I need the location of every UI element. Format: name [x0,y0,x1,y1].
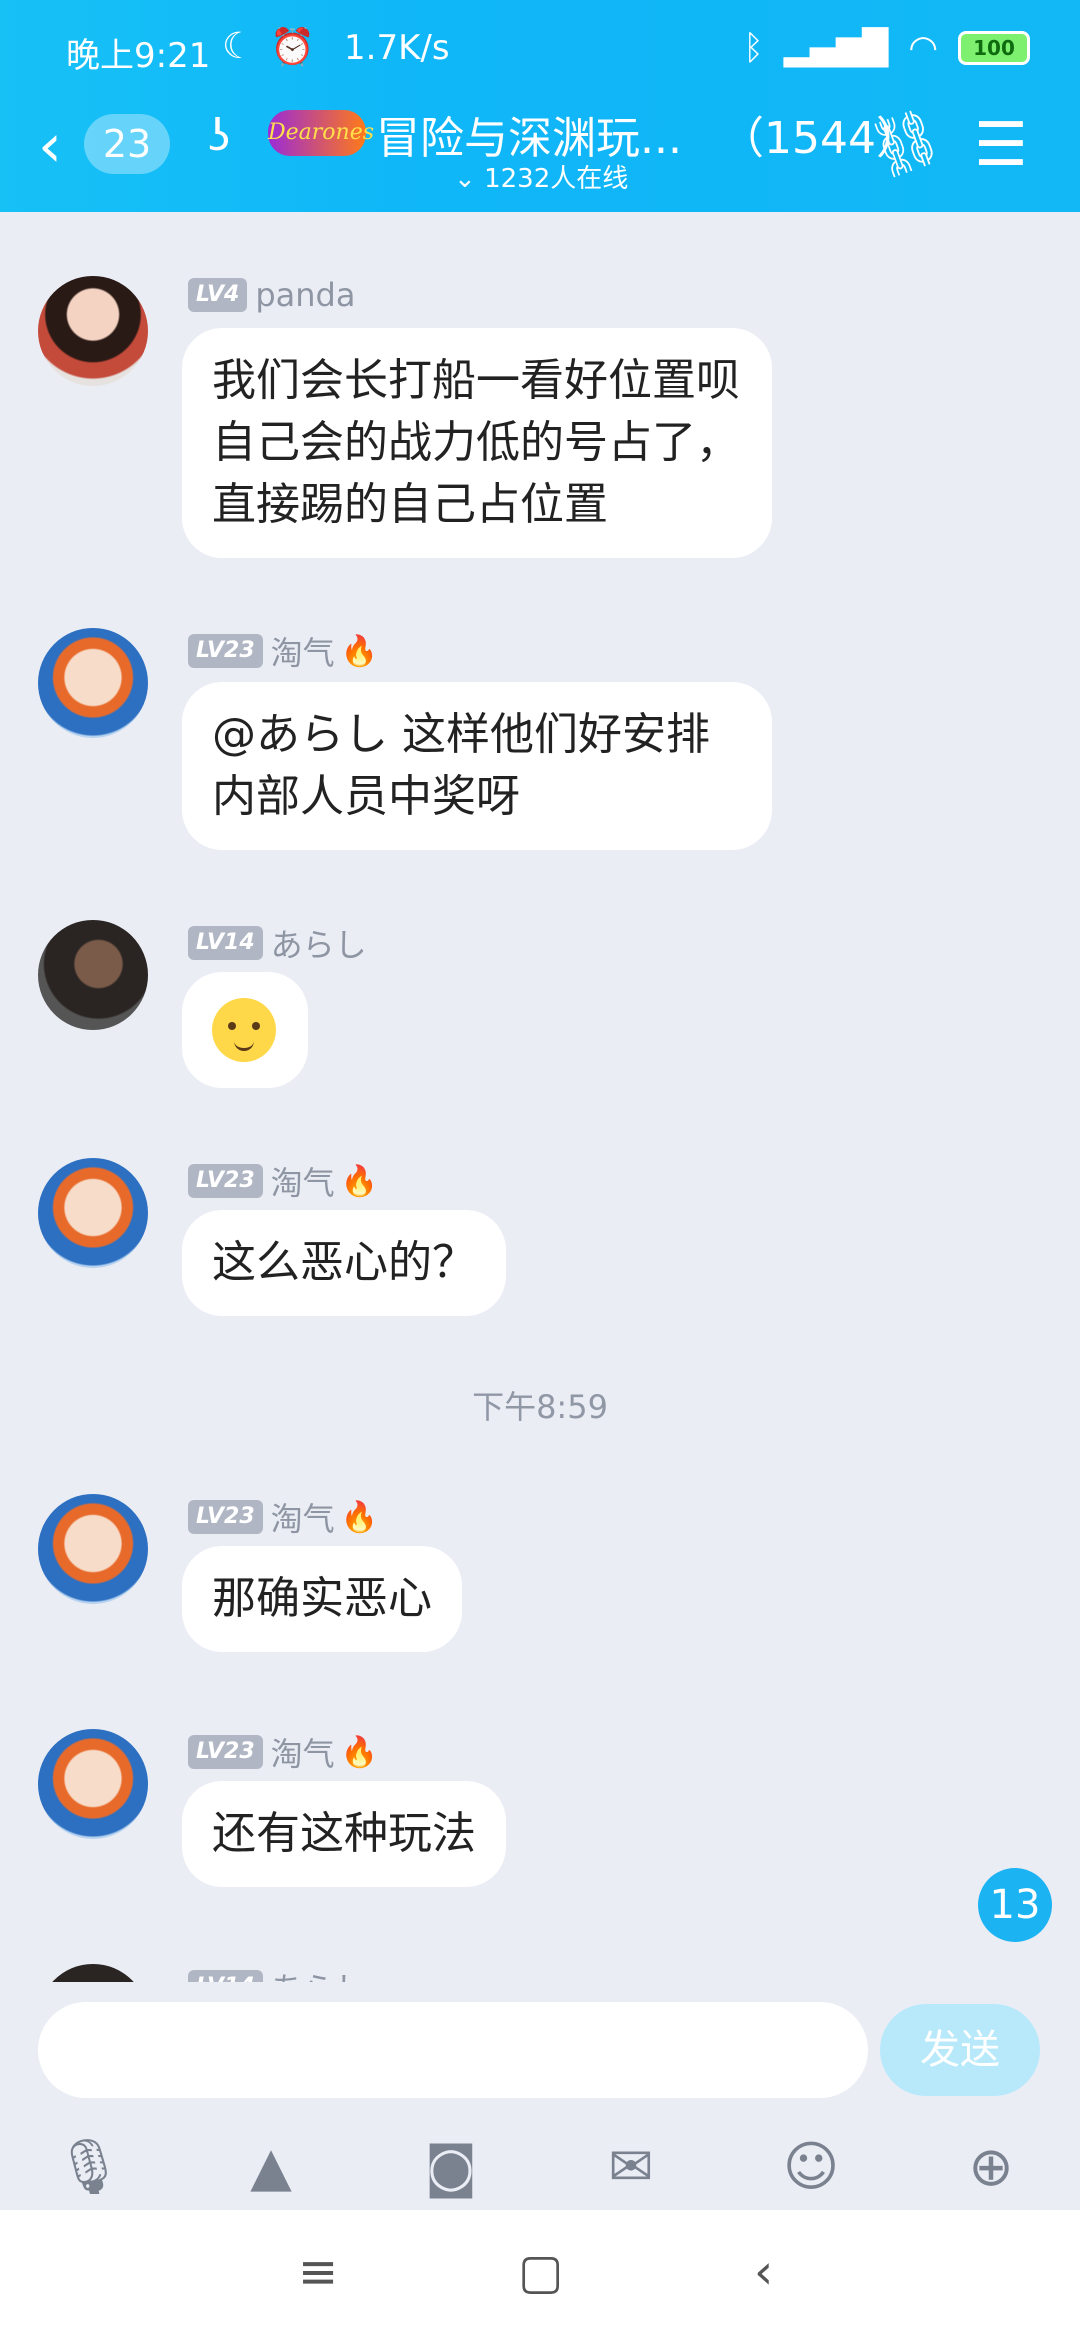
red-packet-icon[interactable]: ✉ [596,2132,666,2202]
emoji-icon[interactable]: ☺ [776,2132,846,2202]
image-icon[interactable]: ▲ [236,2132,306,2202]
chevron-down-icon: ⌄ [454,164,476,194]
group-logo: Dearones [268,110,374,156]
network-speed: 1.7K/s [344,28,450,68]
wifi-icon: ◠ [908,28,938,68]
ear-mode-icon[interactable]: ʖ [208,110,230,161]
sender-name[interactable]: panda [255,276,355,314]
nav-bar: ‹ 23 ʖ Dearones 冒险与深渊玩... （1544） ⌄ 1232人… [0,96,1080,206]
message-bubble[interactable]: 那确实恶心 [182,1546,462,1652]
home-icon[interactable]: ▢ [518,2244,563,2300]
status-bar: 晚上9:21 ☾ ⏰ 1.7K/s ᛒ ▂▄▆█ ◠ 100 [0,22,1080,82]
moon-icon: ☾ [222,26,255,67]
online-count: ⌄ 1232人在线 [454,158,628,195]
signal-icon: ▂▄▆█ [783,28,889,68]
avatar[interactable] [38,1729,148,1839]
alarm-icon: ⏰ [270,27,315,68]
composer: 发送 🎙 ▲ ◙ ✉ ☺ ⊕ [0,1982,1080,2210]
message-bubble[interactable]: 还有这种玩法 [182,1781,506,1887]
sender-name[interactable]: 淘气 [271,1158,335,1204]
avatar[interactable] [38,276,148,386]
avatar[interactable] [38,628,148,738]
sender-meta: LV23 淘气 🔥 [188,1158,378,1204]
message-input[interactable] [38,2002,868,2098]
level-badge: LV4 [188,278,248,312]
sender-name[interactable]: あらし [271,1964,367,1982]
level-badge: LV14 [188,1970,263,1982]
system-nav-bar: ≡ ▢ ‹ [0,2210,1080,2340]
chat-header: 晚上9:21 ☾ ⏰ 1.7K/s ᛒ ▂▄▆█ ◠ 100 ‹ 23 ʖ De… [0,0,1080,212]
fire-icon: 🔥 [340,1499,379,1535]
time-divider: 下午8:59 [472,1388,608,1426]
back-chevron-icon[interactable]: ‹ [38,116,62,176]
avatar[interactable] [38,920,148,1030]
recent-apps-icon[interactable]: ≡ [298,2244,338,2300]
fire-icon: 🔥 [340,1163,379,1199]
send-button[interactable]: 发送 [880,2004,1040,2096]
battery-indicator: 100 [958,31,1030,65]
online-count-label: 1232人在线 [484,164,629,194]
message-bubble[interactable]: 这么恶心的？ [182,1210,506,1316]
message-bubble[interactable]: 我们会长打船一看好位置呗自己会的战力低的号占了，直接踢的自己占位置 [182,328,772,558]
shy-face-emoji-icon [212,998,276,1062]
sender-meta: LV23 淘气 🔥 [188,628,378,674]
level-badge: LV23 [188,634,263,668]
level-badge: LV14 [188,926,263,960]
sender-name[interactable]: 淘气 [271,628,335,674]
sender-meta: LV23 淘气 🔥 [188,1729,378,1775]
level-badge: LV23 [188,1500,263,1534]
sender-name[interactable]: あらし [271,920,367,966]
plus-icon[interactable]: ⊕ [956,2132,1026,2202]
composer-toolbar: 🎙 ▲ ◙ ✉ ☺ ⊕ [0,2132,1080,2202]
group-title[interactable]: 冒险与深渊玩... [376,102,682,166]
avatar[interactable] [38,1494,148,1604]
avatar[interactable] [38,1964,148,1982]
sender-meta: LV14 あらし [188,920,367,966]
avatar[interactable] [38,1158,148,1268]
message-list[interactable]: LV4 panda 我们会长打船一看好位置呗自己会的战力低的号占了，直接踢的自己… [0,212,1080,1982]
sender-name[interactable]: 淘气 [271,1729,335,1775]
fire-icon: 🔥 [340,633,379,669]
status-time: 晚上9:21 [66,36,211,76]
message-bubble[interactable]: @あらし 这样他们好安排内部人员中奖呀 [182,682,772,850]
back-icon[interactable]: ‹ [754,2244,773,2300]
status-icons: ᛒ ▂▄▆█ ◠ 100 [743,28,1030,68]
message-bubble[interactable] [182,972,308,1088]
new-messages-badge[interactable]: 13 [978,1868,1052,1942]
unread-count-badge[interactable]: 23 [84,114,170,174]
sender-name[interactable]: 淘气 [271,1494,335,1540]
level-badge: LV23 [188,1164,263,1198]
level-badge: LV23 [188,1735,263,1769]
menu-icon[interactable]: ☰ [974,110,1028,180]
camera-icon[interactable]: ◙ [416,2132,486,2202]
bluetooth-icon: ᛒ [743,28,764,68]
sender-meta: LV4 panda [188,276,355,314]
sender-meta: LV23 淘气 🔥 [188,1494,378,1540]
microphone-icon[interactable]: 🎙 [54,2132,124,2202]
sender-meta: LV14 あらし [188,1964,367,1982]
fire-icon: 🔥 [340,1734,379,1770]
